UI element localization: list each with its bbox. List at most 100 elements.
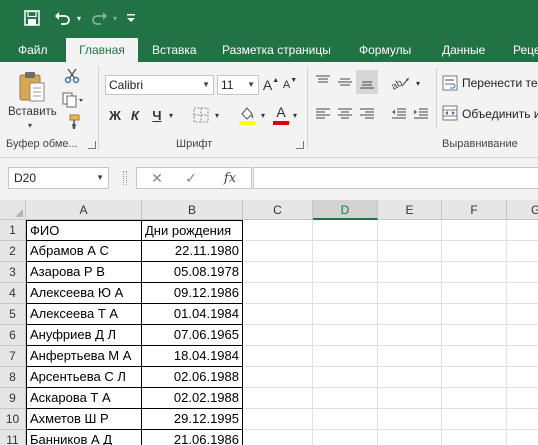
empty-cell[interactable] [313,241,378,262]
tab-file[interactable]: Файл [18,38,48,62]
empty-cell[interactable] [243,283,313,304]
underline-button[interactable]: Ч [148,104,166,126]
cell-a-header[interactable]: ФИО [26,220,142,241]
empty-cell[interactable] [442,241,507,262]
empty-cell[interactable] [442,367,507,388]
row-header[interactable]: 6 [0,325,26,346]
enter-icon[interactable]: ✓ [180,167,202,189]
empty-cell[interactable] [507,388,538,409]
customize-qat-icon[interactable] [124,6,138,30]
tab-page-layout[interactable]: Разметка страницы [222,38,331,62]
empty-cell[interactable] [507,325,538,346]
empty-cell[interactable] [442,388,507,409]
wrap-text-icon[interactable] [441,74,459,92]
column-header-d[interactable]: D [313,200,378,220]
empty-cell[interactable] [243,388,313,409]
empty-cell[interactable] [313,388,378,409]
align-center-icon[interactable] [335,104,355,124]
copy-icon[interactable] [60,90,86,110]
cell-name[interactable]: Азарова Р В [26,262,142,283]
empty-cell[interactable] [442,409,507,430]
insert-function-icon[interactable]: fx [219,167,241,189]
cell-birthday[interactable]: 22.11.1980 [142,241,243,262]
cell-name[interactable]: Банников А Д [26,430,142,445]
merge-center-button[interactable]: Объединить и [462,107,538,121]
empty-cell[interactable] [243,430,313,445]
row-header[interactable]: 4 [0,283,26,304]
empty-cell[interactable] [442,325,507,346]
undo-icon[interactable] [52,6,74,30]
empty-cell[interactable] [378,409,442,430]
cell-name[interactable]: Абрамов А С [26,241,142,262]
font-color-button[interactable]: А [272,104,290,126]
empty-cell[interactable] [378,283,442,304]
row-header[interactable]: 7 [0,346,26,367]
name-box[interactable]: D20 ▼ [8,167,109,189]
merge-center-icon[interactable] [441,104,459,122]
empty-cell[interactable] [507,430,538,445]
underline-dropdown-icon[interactable]: ▾ [166,108,176,122]
fill-color-dropdown-icon[interactable]: ▾ [258,108,268,122]
fill-color-icon[interactable] [236,104,258,126]
clipboard-launcher-icon[interactable] [88,141,96,149]
empty-cell[interactable] [507,283,538,304]
save-icon[interactable] [20,6,44,30]
row-header[interactable]: 9 [0,388,26,409]
cell-birthday[interactable]: 09.12.1986 [142,283,243,304]
cell-name[interactable]: Ануфриев Д Л [26,325,142,346]
empty-cell[interactable] [507,409,538,430]
row-header[interactable]: 2 [0,241,26,262]
column-header-g[interactable]: G [507,200,538,220]
empty-cell[interactable] [378,325,442,346]
column-header-c[interactable]: C [243,200,313,220]
column-header-b[interactable]: B [142,200,243,220]
empty-cell[interactable] [442,430,507,445]
empty-cell[interactable] [378,346,442,367]
cell-name[interactable]: Аскарова Т А [26,388,142,409]
cancel-icon[interactable]: ✕ [146,167,168,189]
shrink-font-button[interactable]: A ▼ [282,75,298,95]
column-header-e[interactable]: E [378,200,442,220]
increase-indent-icon[interactable] [411,104,431,124]
empty-cell[interactable] [507,220,538,241]
cell-birthday[interactable]: 02.06.1988 [142,367,243,388]
empty-cell[interactable] [243,262,313,283]
empty-cell[interactable] [313,430,378,445]
empty-cell[interactable] [243,409,313,430]
empty-cell[interactable] [442,220,507,241]
empty-cell[interactable] [313,409,378,430]
grow-font-button[interactable]: A ▲ [263,75,279,95]
redo-icon[interactable] [88,6,110,30]
empty-cell[interactable] [243,220,313,241]
cell-birthday[interactable]: 07.06.1965 [142,325,243,346]
cell-birthday[interactable]: 05.08.1978 [142,262,243,283]
select-all-button[interactable] [0,200,26,220]
empty-cell[interactable] [378,430,442,445]
empty-cell[interactable] [442,304,507,325]
paste-label[interactable]: Вставить [8,106,57,118]
tab-formulas[interactable]: Формулы [359,38,411,62]
cell-birthday[interactable]: 21.06.1986 [142,430,243,445]
empty-cell[interactable] [313,325,378,346]
undo-dropdown-icon[interactable]: ▾ [74,6,84,30]
empty-cell[interactable] [378,241,442,262]
column-header-a[interactable]: A [26,200,142,220]
cell-birthday[interactable]: 18.04.1984 [142,346,243,367]
row-header[interactable]: 8 [0,367,26,388]
tab-data[interactable]: Данные [442,38,485,62]
tab-home[interactable]: Главная [66,38,138,63]
row-header[interactable]: 1 [0,220,26,241]
tab-insert[interactable]: Вставка [152,38,197,62]
borders-icon[interactable] [190,105,212,125]
cell-birthday[interactable]: 02.02.1988 [142,388,243,409]
empty-cell[interactable] [313,346,378,367]
empty-cell[interactable] [243,241,313,262]
empty-cell[interactable] [378,304,442,325]
empty-cell[interactable] [507,346,538,367]
formula-bar-splitter[interactable] [123,171,127,185]
empty-cell[interactable] [313,283,378,304]
orientation-dropdown-icon[interactable]: ▾ [413,76,423,90]
cell-name[interactable]: Ахметов Ш Р [26,409,142,430]
row-header[interactable]: 3 [0,262,26,283]
empty-cell[interactable] [243,325,313,346]
